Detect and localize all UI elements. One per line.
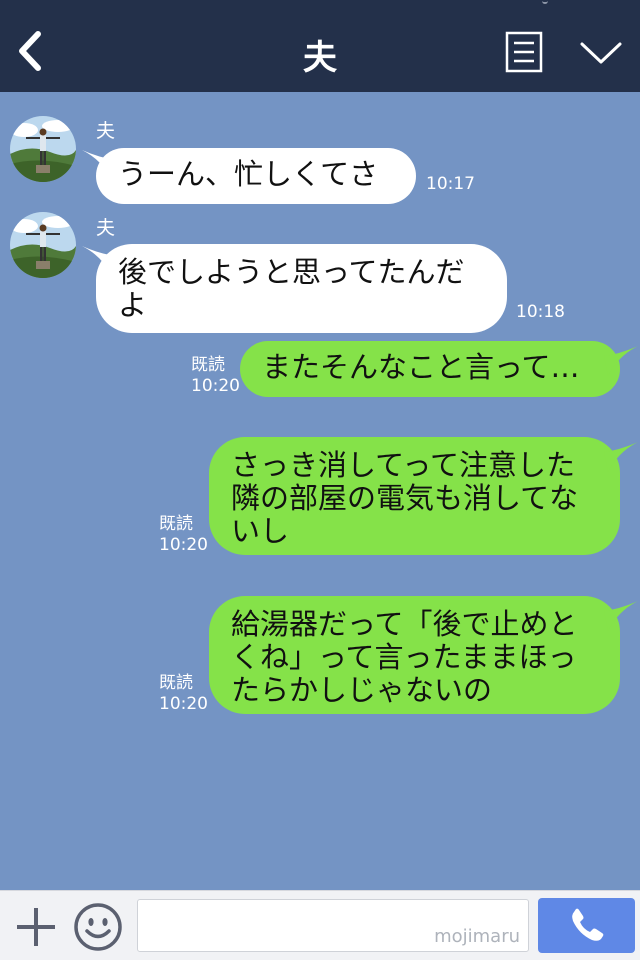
sender-name: 夫 bbox=[96, 120, 116, 142]
avatar[interactable] bbox=[10, 212, 76, 278]
message-line: 後でしようと思ってたんだ bbox=[118, 255, 465, 289]
call-button[interactable] bbox=[538, 898, 635, 953]
message-time: 10:20 bbox=[159, 694, 208, 714]
message-bubble[interactable]: またそんなこと言って… bbox=[240, 341, 620, 397]
chat-header: 夫 bbox=[0, 0, 640, 92]
emoji-button[interactable] bbox=[73, 902, 123, 952]
message-line: くね」って言ったままほっ bbox=[231, 640, 577, 674]
message-time: 10:20 bbox=[191, 376, 240, 396]
message-line: うーん、忙しくてさ bbox=[118, 157, 379, 191]
read-receipt: 既読 10:20 bbox=[191, 355, 240, 397]
bubble-tail bbox=[604, 601, 638, 631]
bubble-tail bbox=[604, 346, 638, 376]
back-button[interactable] bbox=[10, 26, 54, 76]
bubble-tail bbox=[604, 442, 638, 472]
avatar-photo bbox=[10, 212, 76, 278]
chat-title: 夫 bbox=[303, 38, 337, 78]
notes-icon bbox=[505, 31, 543, 73]
avatar-photo bbox=[10, 116, 76, 182]
message-time: 10:18 bbox=[516, 302, 565, 322]
message-bubble[interactable]: さっき消してって注意した 隣の部屋の電気も消してな いし bbox=[209, 437, 620, 555]
read-label: 既読 bbox=[191, 355, 225, 375]
input-bar: mojimaru bbox=[0, 890, 640, 960]
message-input[interactable]: mojimaru bbox=[137, 899, 529, 952]
message-line: 隣の部屋の電気も消してな bbox=[231, 481, 579, 515]
message-line: いし bbox=[231, 514, 290, 548]
plus-icon bbox=[17, 908, 55, 946]
status-indicator bbox=[542, 0, 548, 4]
add-button[interactable] bbox=[14, 905, 58, 949]
chevron-down-icon bbox=[580, 42, 622, 64]
menu-button[interactable] bbox=[578, 38, 624, 68]
avatar[interactable] bbox=[10, 116, 76, 182]
message-line: またそんなこと言って… bbox=[262, 350, 580, 384]
read-label: 既読 bbox=[159, 673, 193, 693]
message-line: さっき消してって注意した bbox=[231, 448, 575, 482]
chat-area[interactable]: 夫 うーん、忙しくてさ 10:17 夫 後でしようと思ってたんだ よ 10:18 bbox=[0, 92, 640, 890]
message-bubble[interactable]: 給湯器だって「後で止めと くね」って言ったままほっ たらかしじゃないの bbox=[209, 596, 620, 714]
read-label: 既読 bbox=[159, 514, 193, 534]
message-bubble[interactable]: うーん、忙しくてさ bbox=[96, 148, 416, 204]
notes-button[interactable] bbox=[505, 31, 543, 73]
message-time: 10:17 bbox=[426, 174, 475, 194]
message-time: 10:20 bbox=[159, 535, 208, 555]
smiley-icon bbox=[74, 903, 122, 951]
read-receipt: 既読 10:20 bbox=[159, 673, 208, 715]
phone-icon bbox=[572, 908, 604, 941]
message-line: 給湯器だって「後で止めと bbox=[231, 607, 578, 641]
watermark: mojimaru bbox=[434, 926, 520, 947]
read-receipt: 既読 10:20 bbox=[159, 514, 208, 556]
chevron-left-icon bbox=[19, 31, 41, 71]
message-bubble[interactable]: 後でしようと思ってたんだ よ bbox=[96, 244, 507, 333]
message-line: たらかしじゃないの bbox=[231, 673, 493, 707]
sender-name: 夫 bbox=[96, 217, 116, 239]
message-line: よ bbox=[118, 288, 148, 322]
